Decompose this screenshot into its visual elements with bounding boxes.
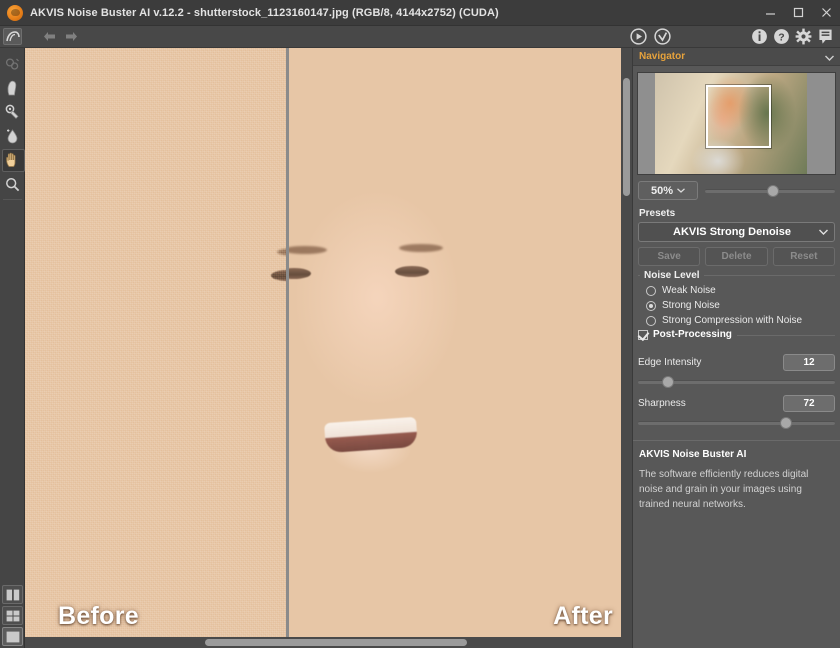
sharpness-param: Sharpness 72 — [633, 389, 840, 430]
radio-weak-noise[interactable]: Weak Noise — [638, 283, 835, 298]
post-processing-checkbox[interactable] — [638, 329, 648, 340]
toolbar-divider — [2, 199, 22, 200]
radio-strong-compression[interactable]: Strong Compression with Noise — [638, 313, 835, 328]
sharpness-label: Sharpness — [638, 398, 686, 409]
delete-preset-button[interactable]: Delete — [705, 247, 768, 266]
navigator-title: Navigator — [639, 51, 686, 62]
smile-detail — [324, 416, 418, 454]
quick-selection-tool[interactable] — [0, 52, 25, 76]
preset-buttons: Save Delete Reset — [633, 242, 840, 266]
apply-check-icon[interactable] — [654, 28, 671, 45]
gear-icon[interactable] — [795, 28, 812, 45]
radio-button[interactable] — [646, 285, 656, 296]
settings-panel: Navigator 50% Presets AKVIS Strong Denoi… — [632, 48, 840, 648]
radio-strong-noise[interactable]: Strong Noise — [638, 298, 835, 313]
view-split-vertical[interactable] — [2, 585, 23, 604]
navigator-viewport-rect[interactable] — [706, 85, 771, 148]
hand-tool[interactable] — [0, 148, 25, 172]
title-bar: AKVIS Noise Buster AI v.12.2 - shutterst… — [0, 0, 840, 26]
run-play-icon[interactable] — [630, 28, 647, 45]
maximize-icon[interactable] — [784, 0, 812, 26]
post-processing-label: Post-Processing — [653, 329, 732, 340]
canvas-horizontal-scrollbar[interactable] — [25, 637, 621, 648]
svg-text:?: ? — [778, 31, 784, 43]
tools-sidebar — [0, 48, 25, 648]
zoom-controls: 50% — [633, 175, 840, 200]
noise-level-group: Noise Level Weak Noise Strong Noise Stro… — [638, 270, 835, 328]
zoom-level-dropdown[interactable]: 50% — [638, 181, 698, 200]
photo-before — [25, 48, 286, 637]
run-apply-group — [630, 28, 671, 45]
info-title: AKVIS Noise Buster AI — [639, 449, 747, 460]
info-icon[interactable] — [751, 28, 768, 45]
akvis-home-icon[interactable] — [3, 28, 22, 45]
navigator-thumbnail[interactable] — [637, 72, 836, 175]
forward-arrow-icon[interactable] — [60, 27, 82, 47]
sharpness-value[interactable]: 72 — [783, 395, 835, 412]
radio-button[interactable] — [646, 315, 656, 326]
photo-after — [289, 48, 621, 637]
scrollbar-thumb[interactable] — [623, 78, 630, 196]
info-section: AKVIS Noise Buster AI The software effic… — [633, 440, 840, 512]
minimize-icon[interactable] — [756, 0, 784, 26]
preset-dropdown[interactable]: AKVIS Strong Denoise — [638, 222, 835, 242]
akvis-logo-icon — [7, 4, 23, 21]
after-label: After — [553, 602, 613, 630]
slider-handle[interactable] — [779, 417, 792, 429]
edge-intensity-label: Edge Intensity — [638, 357, 702, 368]
slider-track — [638, 421, 835, 425]
presets-title: Presets — [639, 208, 676, 219]
zoom-tool[interactable] — [0, 172, 25, 196]
scrollbar-thumb[interactable] — [205, 639, 467, 646]
sharpness-slider[interactable] — [638, 416, 835, 430]
history-brush-tool[interactable] — [0, 100, 25, 124]
close-icon[interactable] — [812, 0, 840, 26]
chevron-down-icon[interactable] — [825, 48, 834, 66]
before-label: Before — [58, 602, 139, 630]
post-processing-group: Post-Processing — [638, 329, 835, 348]
application-window: AKVIS Noise Buster AI v.12.2 - shutterst… — [0, 0, 840, 648]
radio-label: Strong Noise — [662, 300, 720, 311]
edge-intensity-value[interactable]: 12 — [783, 354, 835, 371]
radio-label: Strong Compression with Noise — [662, 315, 803, 326]
before-image-half — [25, 48, 286, 637]
reset-preset-button[interactable]: Reset — [772, 247, 835, 266]
window-title: AKVIS Noise Buster AI v.12.2 - shutterst… — [30, 6, 499, 19]
chevron-down-icon — [677, 188, 685, 193]
scrollbar-corner — [621, 637, 632, 648]
image-viewport[interactable]: Before After — [25, 48, 621, 637]
view-single[interactable] — [2, 627, 23, 646]
view-split-compare[interactable] — [2, 606, 23, 625]
image-canvas[interactable]: Before After — [25, 48, 632, 648]
slider-handle[interactable] — [767, 184, 780, 197]
navigator-header[interactable]: Navigator — [633, 48, 840, 66]
edge-intensity-param: Edge Intensity 12 — [633, 348, 840, 389]
save-preset-button[interactable]: Save — [638, 247, 701, 266]
zoom-slider[interactable] — [705, 184, 835, 198]
back-arrow-icon[interactable] — [38, 27, 60, 47]
blur-tool[interactable] — [0, 124, 25, 148]
post-processing-checkbox-row[interactable]: Post-Processing — [638, 329, 737, 340]
smudge-tool[interactable] — [0, 76, 25, 100]
chevron-down-icon — [819, 229, 828, 235]
before-after-divider[interactable] — [286, 48, 289, 637]
after-image-half — [289, 48, 621, 637]
zoom-level-value: 50% — [650, 184, 674, 197]
edge-intensity-slider[interactable] — [638, 375, 835, 389]
radio-label: Weak Noise — [662, 285, 716, 296]
main-toolbar: ? — [0, 26, 840, 48]
preset-selected-value: AKVIS Strong Denoise — [673, 226, 791, 238]
canvas-vertical-scrollbar[interactable] — [621, 48, 632, 637]
print-icon[interactable] — [817, 28, 834, 45]
window-controls — [756, 0, 840, 26]
toolbar-right-group: ? — [751, 28, 834, 45]
view-mode-group — [0, 583, 25, 648]
help-question-icon[interactable]: ? — [773, 28, 790, 45]
slider-handle[interactable] — [661, 376, 674, 388]
noise-level-title: Noise Level — [640, 270, 704, 281]
info-description: The software efficiently reduces digital… — [639, 469, 809, 510]
radio-button[interactable] — [646, 300, 656, 311]
